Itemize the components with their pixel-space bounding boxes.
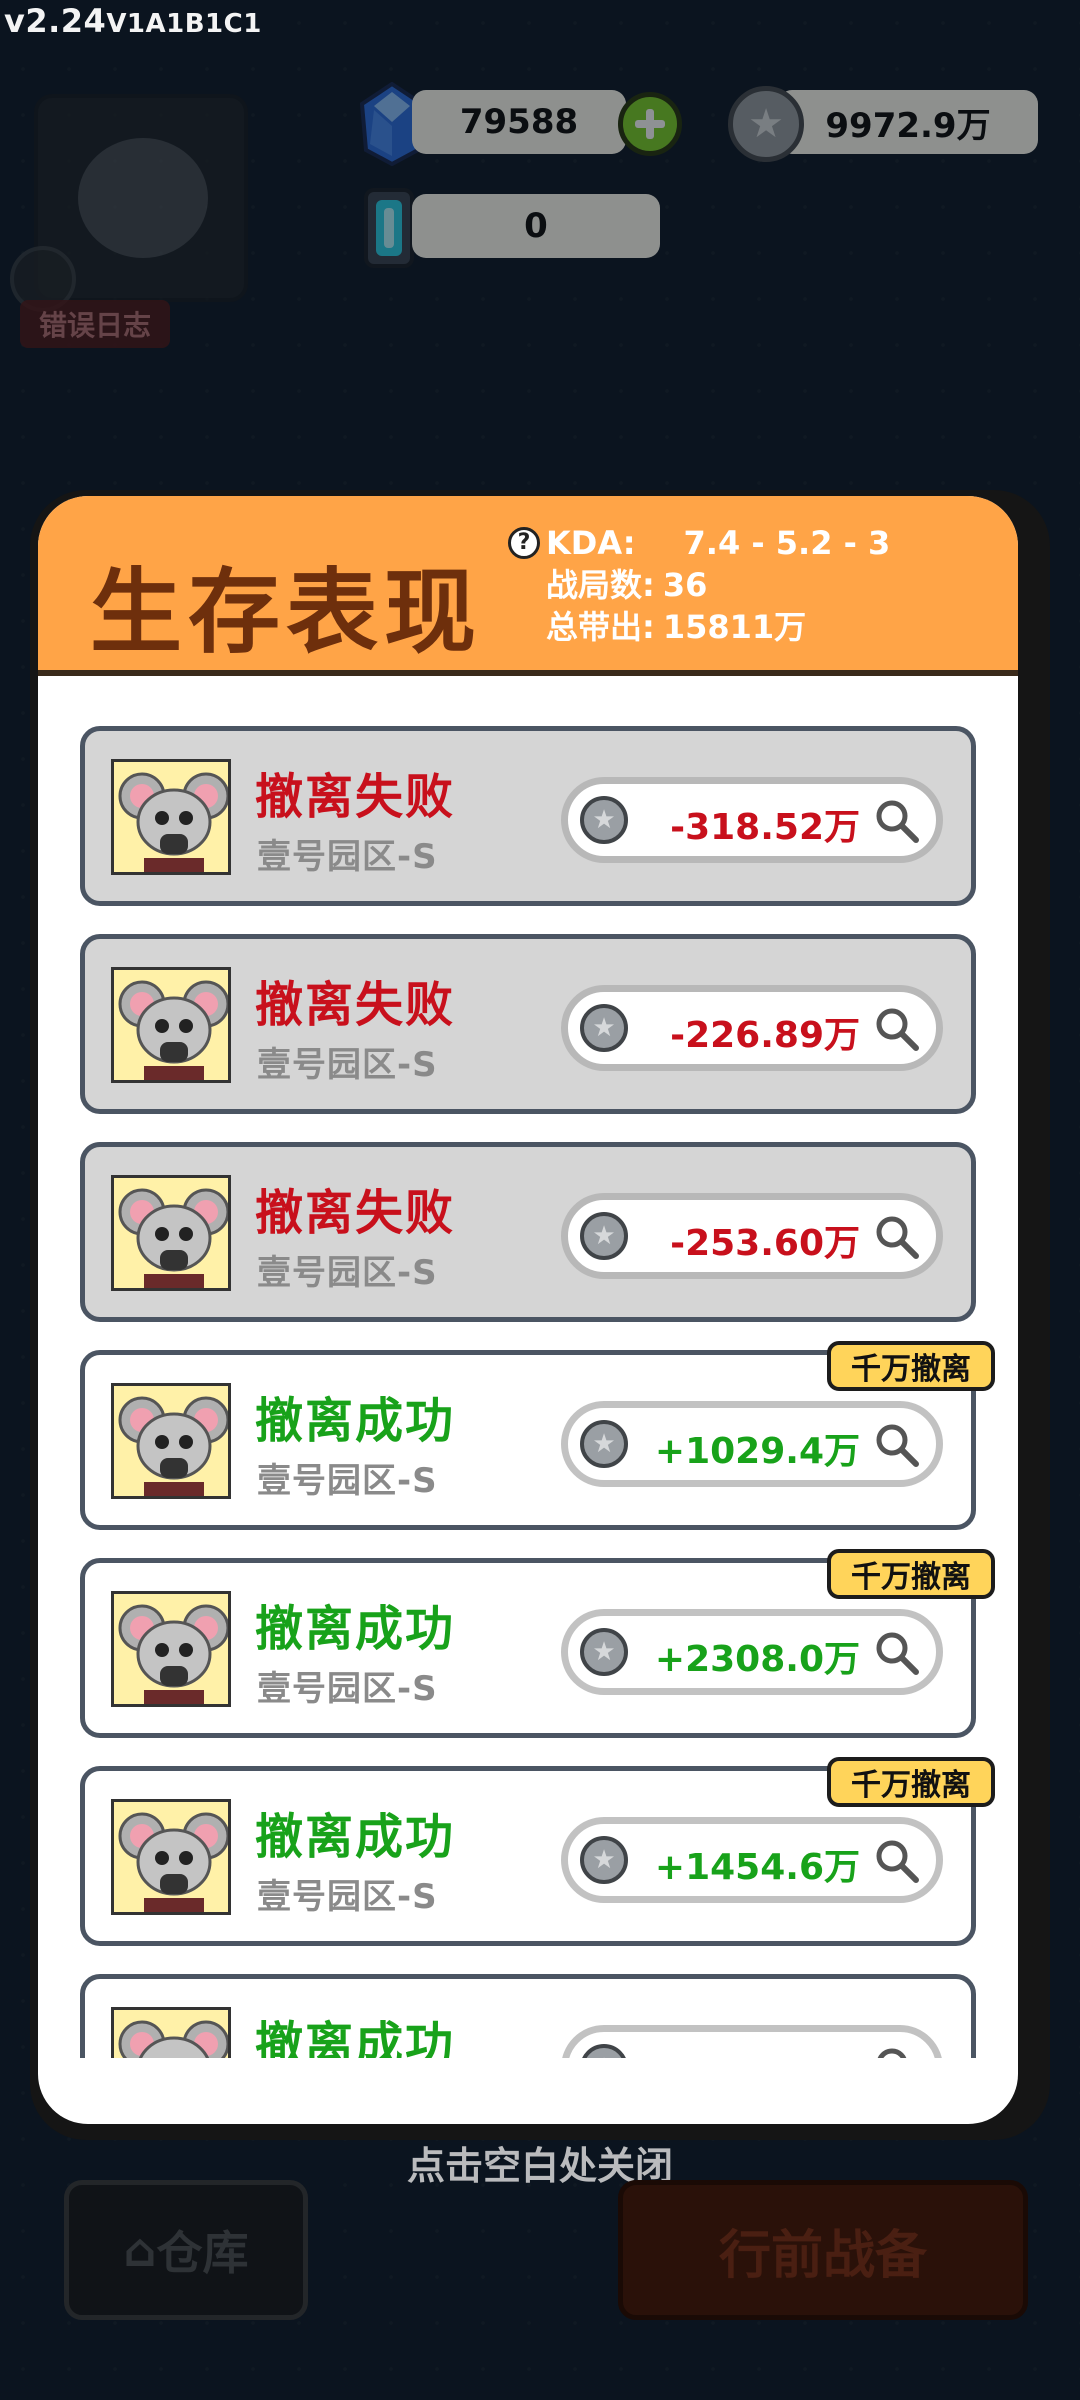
magnifier-icon[interactable] (872, 1836, 922, 1886)
home-icon: ⌂ (123, 2223, 157, 2277)
silver-coin-icon: ★ (580, 1004, 628, 1052)
record-map: 壹号园区-S (257, 1877, 438, 1917)
warehouse-button[interactable]: ⌂ 仓库 (64, 2180, 308, 2320)
record-map: 壹号园区-S (257, 1669, 438, 1709)
magnifier-icon[interactable] (872, 2044, 922, 2058)
magnifier-icon[interactable] (872, 1212, 922, 1262)
pre-battle-button[interactable]: 行前战备 (618, 2180, 1028, 2320)
record-value-pill[interactable]: ★ +2308.0万 (561, 1609, 943, 1695)
matches-label: 战局数: (546, 566, 655, 604)
ten-million-extract-badge: 千万撤离 (827, 1549, 995, 1599)
record-value: -318.52万 (670, 807, 860, 848)
koala-avatar-icon (111, 2007, 231, 2058)
modal-title: 生存表现 (90, 559, 483, 666)
help-icon[interactable]: ? (508, 527, 540, 559)
match-record[interactable]: 撤离成功 壹号园区-S ★ +1454.6万 千万撤离 (80, 1757, 995, 1946)
magnifier-icon[interactable] (872, 1420, 922, 1470)
silver-coin-icon: ★ (580, 1628, 628, 1676)
ten-million-extract-badge: 千万撤离 (827, 1341, 995, 1391)
match-record[interactable]: 撤离失败 壹号园区-S ★ -226.89万 (80, 934, 976, 1114)
record-status: 撤离失败 (255, 769, 456, 825)
survival-stats-modal: 生存表现 ? KDA: 7.4 - 5.2 - 3 战局数: 36 总带出: 1… (38, 496, 1018, 2124)
record-value-pill[interactable]: ★ -226.89万 (561, 985, 943, 1071)
record-value: +1454.6万 (654, 1847, 860, 1888)
match-record[interactable]: 撤离成功 壹号园区-S ★ +523.35万 (80, 1974, 976, 2058)
record-status: 撤离失败 (255, 1185, 456, 1241)
match-record[interactable]: 撤离成功 壹号园区-S ★ +2308.0万 千万撤离 (80, 1549, 995, 1738)
version-label: v2.24V1A1B1C1 (4, 2, 262, 40)
koala-avatar-icon (111, 1799, 231, 1915)
total-label: 总带出: (546, 608, 655, 646)
record-status: 撤离成功 (255, 2017, 456, 2058)
record-value-pill[interactable]: ★ -318.52万 (561, 777, 943, 863)
magnifier-icon[interactable] (872, 1004, 922, 1054)
record-value: -226.89万 (670, 1015, 860, 1056)
record-status: 撤离成功 (255, 1601, 456, 1657)
modal-header: 生存表现 ? KDA: 7.4 - 5.2 - 3 战局数: 36 总带出: 1… (38, 496, 1018, 676)
record-status: 撤离成功 (255, 1393, 456, 1449)
record-value: -253.60万 (670, 1223, 860, 1264)
magnifier-icon[interactable] (872, 796, 922, 846)
record-value-pill[interactable]: ★ +523.35万 (561, 2025, 943, 2058)
koala-avatar-icon (111, 1383, 231, 1499)
koala-avatar-icon (111, 1175, 231, 1291)
match-record-list[interactable]: 撤离失败 壹号园区-S ★ -318.52万 撤离失败 壹号园区-S ★ -22… (38, 682, 1018, 2058)
match-record[interactable]: 撤离成功 壹号园区-S ★ +1029.4万 千万撤离 (80, 1341, 995, 1530)
record-map: 壹号园区-S (257, 837, 438, 877)
record-value: +523.35万 (655, 2046, 860, 2058)
magnifier-icon[interactable] (872, 1628, 922, 1678)
matches-value: 36 (662, 566, 708, 604)
kda-value: 7.4 - 5.2 - 3 (683, 524, 891, 562)
ten-million-extract-badge: 千万撤离 (827, 1757, 995, 1807)
koala-avatar-icon (111, 759, 231, 875)
match-record[interactable]: 撤离失败 壹号园区-S ★ -253.60万 (80, 1142, 976, 1322)
silver-coin-icon: ★ (580, 1420, 628, 1468)
record-value-pill[interactable]: ★ +1454.6万 (561, 1817, 943, 1903)
record-map: 壹号园区-S (257, 1045, 438, 1085)
record-status: 撤离成功 (255, 1809, 456, 1865)
record-value: +2308.0万 (654, 1639, 860, 1680)
record-status: 撤离失败 (255, 977, 456, 1033)
match-record[interactable]: 撤离失败 壹号园区-S ★ -318.52万 (80, 726, 976, 906)
koala-avatar-icon (111, 1591, 231, 1707)
silver-coin-icon: ★ (580, 2044, 628, 2058)
record-map: 壹号园区-S (257, 1253, 438, 1293)
record-value: +1029.4万 (654, 1431, 860, 1472)
koala-avatar-icon (111, 967, 231, 1083)
record-value-pill[interactable]: ★ +1029.4万 (561, 1401, 943, 1487)
record-map: 壹号园区-S (257, 1461, 438, 1501)
silver-coin-icon: ★ (580, 1212, 628, 1260)
kda-label: KDA: (546, 524, 636, 562)
silver-coin-icon: ★ (580, 796, 628, 844)
record-value-pill[interactable]: ★ -253.60万 (561, 1193, 943, 1279)
total-value: 15811万 (662, 608, 807, 646)
stats-summary: ? KDA: 7.4 - 5.2 - 3 战局数: 36 总带出: 15811万 (508, 522, 890, 648)
silver-coin-icon: ★ (580, 1836, 628, 1884)
